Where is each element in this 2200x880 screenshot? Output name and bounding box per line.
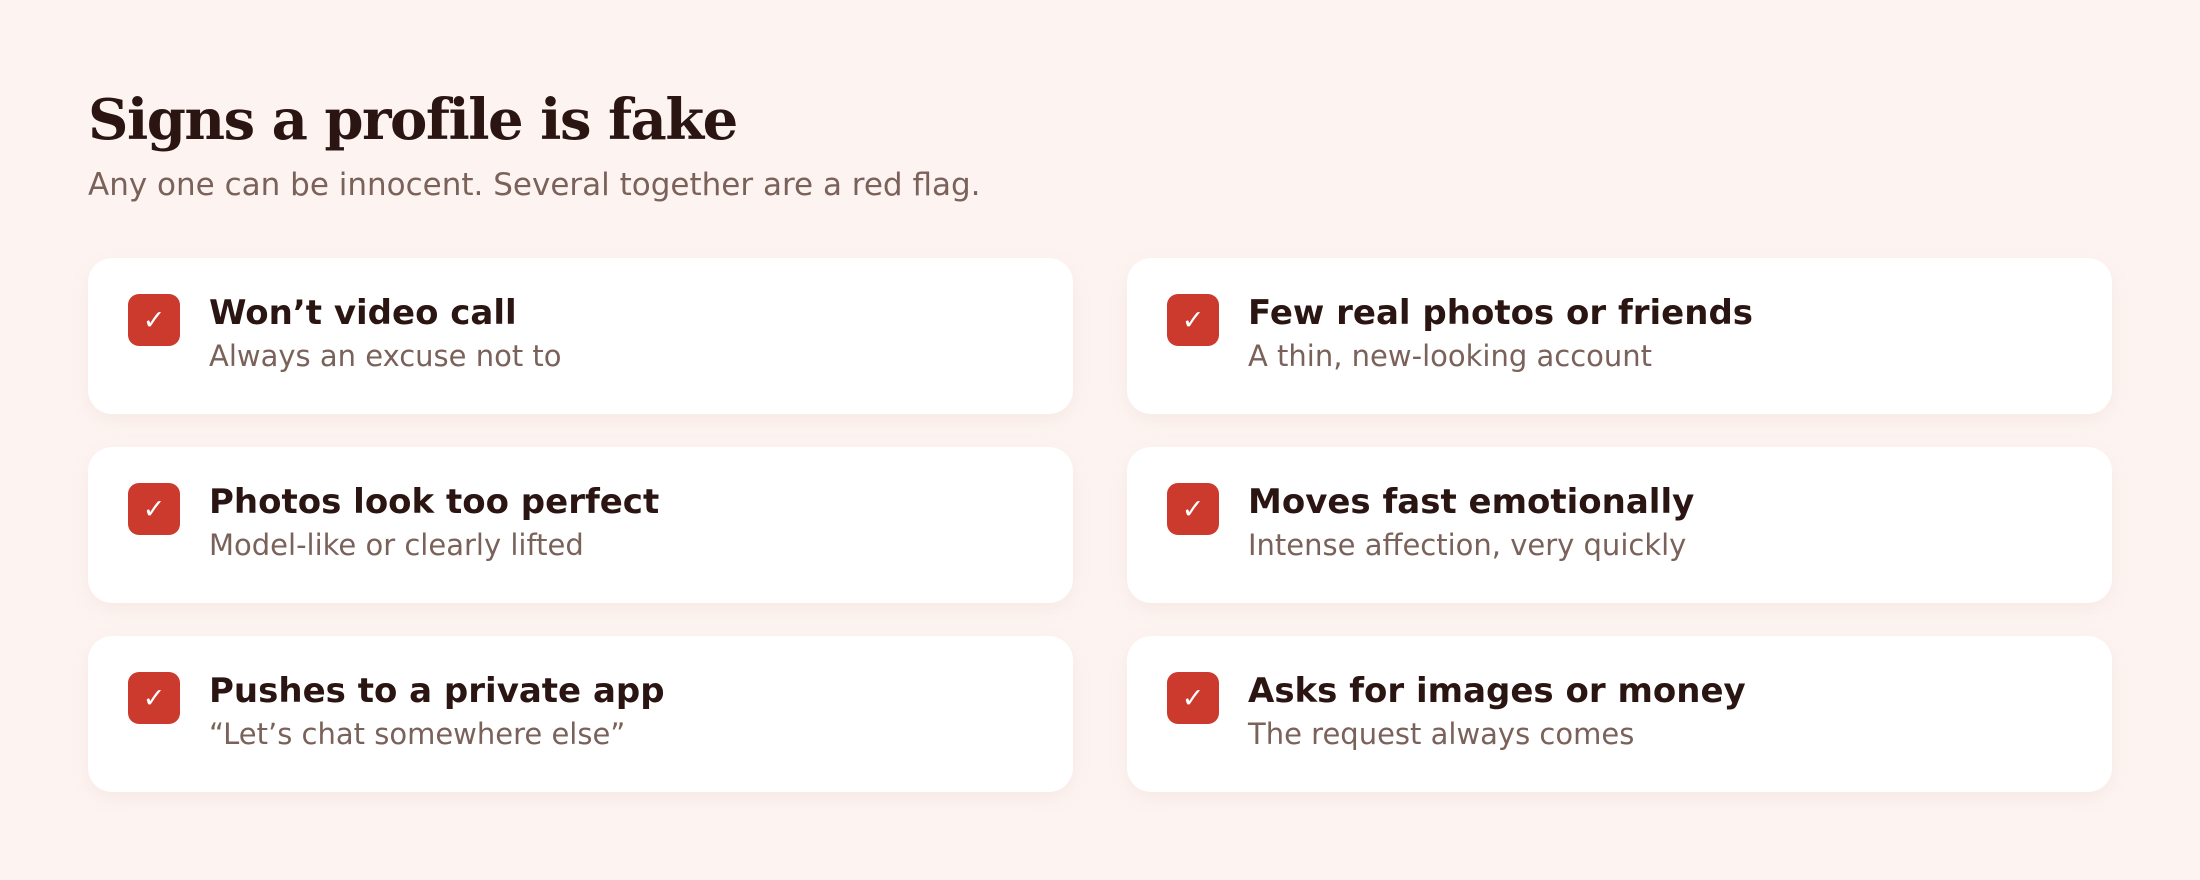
sign-title: Won’t video call — [209, 293, 517, 333]
sign-text: Pushes to a private app “Let’s chat some… — [209, 671, 665, 754]
sign-card: ✓ Few real photos or friends A thin, new… — [1127, 258, 2112, 414]
sign-text: Few real photos or friends A thin, new-l… — [1248, 293, 1754, 376]
checkbox-checked-icon[interactable]: ✓ — [1167, 483, 1219, 535]
page-title: Signs a profile is fake — [88, 87, 738, 153]
sign-description: Model-like or clearly lifted — [209, 528, 584, 562]
sign-text: Asks for images or money The request alw… — [1248, 671, 1746, 754]
checkbox-checked-icon[interactable]: ✓ — [1167, 294, 1219, 346]
page-subtitle: Any one can be innocent. Several togethe… — [88, 167, 981, 203]
sign-title: Asks for images or money — [1248, 671, 1746, 711]
sign-text: Photos look too perfect Model-like or cl… — [209, 482, 660, 565]
checkbox-checked-icon[interactable]: ✓ — [128, 672, 180, 724]
sign-description: “Let’s chat somewhere else” — [209, 717, 626, 751]
sign-description: Intense affection, very quickly — [1248, 528, 1687, 562]
sign-card: ✓ Asks for images or money The request a… — [1127, 636, 2112, 792]
checkbox-checked-icon[interactable]: ✓ — [128, 294, 180, 346]
sign-card: ✓ Won’t video call Always an excuse not … — [88, 258, 1073, 414]
sign-text: Won’t video call Always an excuse not to — [209, 293, 562, 376]
sign-card: ✓ Photos look too perfect Model-like or … — [88, 447, 1073, 603]
signs-panel: Signs a profile is fake Any one can be i… — [88, 78, 2112, 792]
sign-description: A thin, new-looking account — [1248, 339, 1653, 373]
sign-text: Moves fast emotionally Intense affection… — [1248, 482, 1695, 565]
sign-card: ✓ Moves fast emotionally Intense affecti… — [1127, 447, 2112, 603]
checkbox-checked-icon[interactable]: ✓ — [128, 483, 180, 535]
checkbox-checked-icon[interactable]: ✓ — [1167, 672, 1219, 724]
sign-description: Always an excuse not to — [209, 339, 562, 373]
sign-title: Few real photos or friends — [1248, 293, 1754, 333]
sign-title: Photos look too perfect — [209, 482, 660, 522]
sign-card: ✓ Pushes to a private app “Let’s chat so… — [88, 636, 1073, 792]
sign-description: The request always comes — [1248, 717, 1635, 751]
sign-title: Moves fast emotionally — [1248, 482, 1695, 522]
sign-title: Pushes to a private app — [209, 671, 665, 711]
signs-grid: ✓ Won’t video call Always an excuse not … — [88, 258, 2112, 792]
